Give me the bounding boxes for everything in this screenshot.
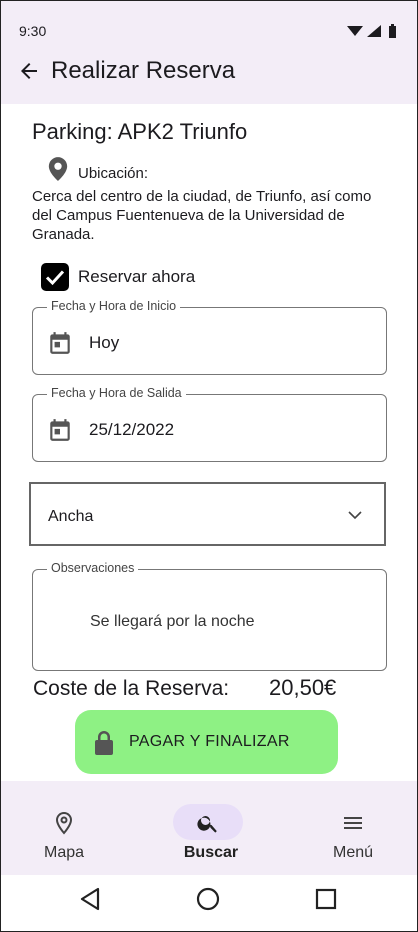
check-icon	[45, 270, 65, 286]
battery-icon	[389, 26, 396, 38]
nav-item-menu[interactable]: Menú	[293, 781, 413, 875]
nav-label-buscar: Buscar	[183, 844, 239, 861]
reserve-now-label: Reservar ahora	[78, 267, 196, 286]
observations-field[interactable]: Observaciones Se llegará por la noche	[32, 561, 387, 671]
top-app-bar: 9:30 Realizar Reserva	[1, 1, 417, 104]
location-pin-icon	[48, 157, 68, 181]
nav-item-buscar[interactable]: Buscar	[151, 781, 271, 875]
cost-label: Coste de la Reserva:	[33, 677, 230, 700]
status-icons	[347, 24, 396, 38]
lock-icon	[95, 731, 113, 755]
chevron-down-icon	[348, 511, 362, 520]
location-label: Ubicación:	[78, 165, 149, 182]
nav-label-mapa: Mapa	[43, 844, 85, 861]
observations-label: Observaciones	[47, 561, 139, 575]
cost-value: 20,50€	[269, 675, 337, 700]
calendar-icon	[50, 332, 70, 354]
observations-value: Se llegará por la noche	[90, 613, 255, 630]
reserve-now-checkbox[interactable]	[41, 263, 69, 291]
system-home-icon[interactable]	[196, 887, 220, 911]
location-pin-icon	[55, 811, 73, 835]
system-navigation-bar	[1, 875, 417, 931]
vehicle-size-select[interactable]: Ancha	[29, 482, 386, 546]
end-datetime-value: 25/12/2022	[89, 420, 175, 439]
system-recents-icon[interactable]	[315, 888, 337, 910]
bottom-navigation: Mapa Buscar Menú	[1, 781, 417, 875]
arrow-back-icon[interactable]	[17, 59, 41, 83]
pay-button-label: PAGAR Y FINALIZAR	[129, 733, 290, 750]
vehicle-size-value: Ancha	[48, 508, 94, 525]
screen: 9:30 Realizar Reserva Parking: APK2 Triu…	[0, 0, 418, 932]
nav-item-mapa[interactable]: Mapa	[4, 781, 124, 875]
start-datetime-field[interactable]: Fecha y Hora de Inicio Hoy	[32, 299, 387, 375]
search-icon	[197, 816, 217, 833]
wifi-icon	[347, 26, 363, 36]
page-title: Realizar Reserva	[51, 57, 236, 84]
nav-label-menu: Menú	[332, 844, 374, 861]
signal-icon	[367, 25, 381, 37]
menu-icon	[344, 817, 362, 829]
end-datetime-label: Fecha y Hora de Salida	[47, 386, 186, 400]
start-datetime-label: Fecha y Hora de Inicio	[47, 299, 181, 313]
pay-and-finish-button[interactable]: PAGAR Y FINALIZAR	[75, 710, 338, 774]
end-datetime-field[interactable]: Fecha y Hora de Salida 25/12/2022	[32, 386, 387, 462]
location-description: Cerca del centro de la ciudad, de Triunf…	[32, 188, 372, 243]
start-datetime-value: Hoy	[89, 333, 120, 352]
parking-title: Parking: APK2 Triunfo	[32, 119, 248, 144]
status-time: 9:30	[19, 23, 47, 39]
system-back-icon[interactable]	[79, 887, 101, 911]
calendar-icon	[50, 419, 70, 441]
